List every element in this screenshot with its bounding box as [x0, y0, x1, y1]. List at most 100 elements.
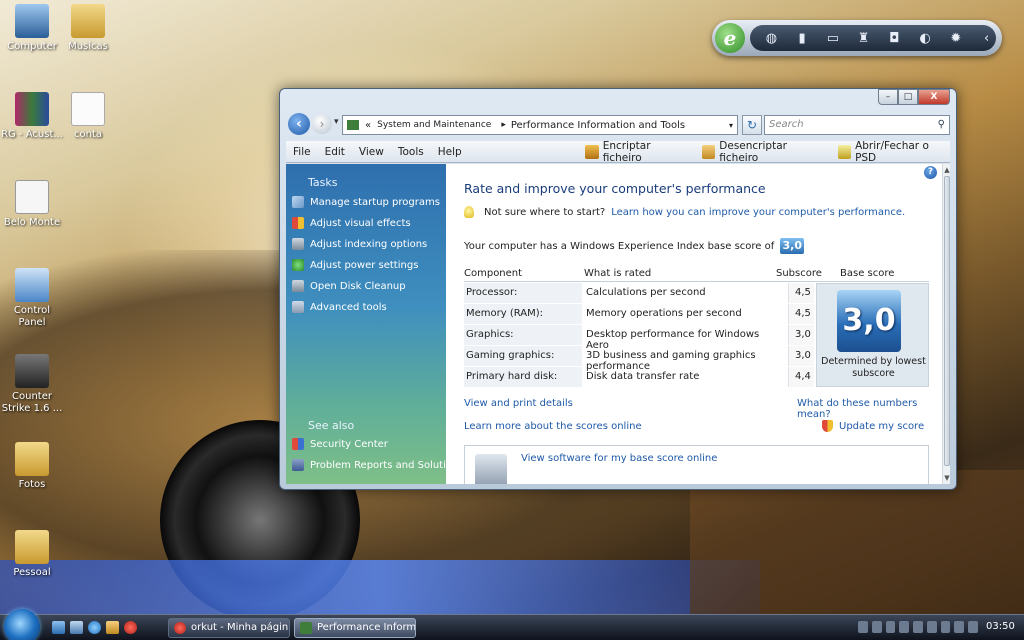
address-prefix[interactable]: «	[365, 120, 371, 131]
what-numbers-mean-link[interactable]: What do these numbers mean?	[797, 398, 942, 420]
internet-explorer-icon[interactable]	[88, 621, 101, 634]
link-problem-reports[interactable]: Problem Reports and Solutions	[292, 459, 464, 471]
page-title: Rate and improve your computer's perform…	[464, 181, 766, 196]
recent-pages-dropdown[interactable]: ▾	[334, 117, 339, 127]
wallpaper-blue-underglow	[0, 560, 760, 615]
breadcrumb-separator[interactable]: ▸	[501, 120, 506, 130]
base-score-badge: 3,0	[837, 290, 901, 352]
desktop-icon-control-panel[interactable]: Control Panel	[0, 268, 64, 329]
maximize-button[interactable]: □	[898, 89, 918, 105]
menu-file[interactable]: File	[286, 146, 318, 158]
task-adjust-power[interactable]: Adjust power settings	[292, 259, 418, 271]
opera-icon[interactable]	[124, 621, 137, 634]
table-row: Primary hard disk: Disk data transfer ra…	[464, 367, 814, 388]
help-icon[interactable]: ?	[924, 166, 937, 179]
control-panel-icon	[15, 268, 49, 302]
moon-icon[interactable]: ◐	[916, 31, 935, 46]
task-disk-cleanup[interactable]: Open Disk Cleanup	[292, 280, 406, 292]
base-score-caption: Determined by lowest subscore	[821, 356, 926, 379]
tray-power-icon[interactable]	[968, 621, 979, 633]
desktop-icon-conta[interactable]: conta	[56, 92, 120, 141]
view-software-link[interactable]: View software for my base score online	[521, 453, 717, 464]
task-advanced-tools[interactable]: Advanced tools	[292, 301, 387, 313]
desktop-icon-musicas[interactable]: Musicas	[56, 4, 120, 53]
view-print-details-link[interactable]: View and print details	[464, 398, 573, 409]
desktop-icon-pessoal[interactable]: Pessoal	[0, 530, 64, 579]
scroll-down-icon[interactable]: ▼	[943, 474, 950, 482]
start-button[interactable]	[4, 609, 40, 640]
tray-keyboard-icon[interactable]	[858, 621, 868, 633]
disk-icon	[292, 280, 304, 292]
tray-display-icon[interactable]	[940, 621, 951, 633]
performance-window: – □ X ‹ › ▾ « System and Maintenance ▸ P…	[279, 88, 957, 490]
back-button[interactable]: ‹	[288, 113, 310, 135]
folder-icon[interactable]	[106, 621, 119, 634]
arrow-icon[interactable]: ‹	[977, 31, 996, 46]
task-adjust-visual-effects[interactable]: Adjust visual effects	[292, 217, 411, 229]
taskbar-button-performance[interactable]: Performance Inform...	[294, 618, 416, 638]
gadget-logo[interactable]: e	[715, 23, 745, 53]
decrypt-file-button[interactable]: Desencriptar ficheiro	[701, 140, 826, 164]
switch-windows-icon[interactable]	[70, 621, 83, 634]
breadcrumb-system-maintenance[interactable]: System and Maintenance	[377, 120, 491, 130]
menu-help[interactable]: Help	[431, 146, 469, 158]
score-table-header: Component What is rated Subscore Base sc…	[464, 262, 929, 282]
learn-improve-link[interactable]: Learn how you can improve your computer'…	[611, 207, 905, 218]
battery-icon[interactable]: ▮	[793, 31, 812, 46]
radio-icon[interactable]: ▭	[824, 31, 843, 46]
lock-icon[interactable]: ◘	[885, 31, 904, 46]
scroll-thumb[interactable]	[944, 176, 950, 466]
scroll-up-icon[interactable]: ▲	[943, 166, 950, 174]
menu-view[interactable]: View	[352, 146, 391, 158]
tray-network-icon[interactable]	[885, 621, 896, 633]
task-adjust-indexing[interactable]: Adjust indexing options	[292, 238, 427, 250]
signal-icon[interactable]: ♜	[854, 31, 873, 46]
task-pane: Tasks Manage startup programs Adjust vis…	[286, 164, 464, 484]
search-input[interactable]: Search ⚲	[764, 115, 950, 135]
tray-update-icon[interactable]	[899, 621, 910, 633]
globe-icon[interactable]: ◍	[762, 31, 781, 46]
desktop-icon-rg-acust[interactable]: RG - Acust...	[0, 92, 64, 141]
menu-tools[interactable]: Tools	[391, 146, 431, 158]
tray-messenger-icon[interactable]	[926, 621, 937, 633]
breadcrumb-performance[interactable]: Performance Information and Tools	[511, 120, 685, 131]
tray-antivirus-icon[interactable]	[871, 621, 882, 633]
unlock-icon	[701, 144, 716, 159]
vertical-scrollbar[interactable]: ▲ ▼	[942, 164, 950, 484]
desktop-icon-counter-strike[interactable]: Counter Strike 1.6 ...	[0, 354, 64, 415]
address-bar[interactable]: « System and Maintenance ▸ Performance I…	[342, 115, 738, 135]
tray-security-icon[interactable]	[913, 621, 923, 633]
clock[interactable]: 03:50	[986, 621, 1015, 632]
gear-icon[interactable]: ✹	[947, 31, 966, 46]
control-panel-icon	[300, 622, 312, 634]
link-security-center[interactable]: Security Center	[292, 438, 388, 450]
desktop-icon-fotos[interactable]: Fotos	[0, 442, 64, 491]
address-dropdown-icon[interactable]: ▾	[729, 121, 733, 130]
header-base-score: Base score	[840, 268, 895, 279]
wei-summary: Your computer has a Windows Experience I…	[464, 238, 805, 254]
shield-icon	[292, 217, 304, 229]
show-desktop-icon[interactable]	[52, 621, 65, 634]
learn-more-scores-link[interactable]: Learn more about the scores online	[464, 421, 642, 432]
forward-button[interactable]: ›	[312, 114, 332, 134]
tray-volume-icon[interactable]	[954, 621, 965, 633]
open-close-psd-button[interactable]: Abrir/Fechar o PSD	[837, 140, 950, 164]
computer-icon	[15, 4, 49, 38]
refresh-button[interactable]: ↻	[742, 115, 762, 135]
base-score-panel: 3,0 Determined by lowest subscore	[816, 283, 929, 387]
search-icon[interactable]: ⚲	[938, 116, 945, 134]
software-icon	[475, 454, 507, 484]
taskbar-button-orkut[interactable]: orkut - Minha págin...	[168, 618, 290, 638]
task-manage-startup[interactable]: Manage startup programs	[292, 196, 440, 208]
minimize-button[interactable]: –	[878, 89, 898, 105]
encrypt-file-button[interactable]: Encriptar ficheiro	[585, 140, 690, 164]
desktop-icon-belo-monte[interactable]: Belo Monte	[0, 180, 64, 229]
close-button[interactable]: X	[918, 89, 950, 105]
system-tray	[858, 621, 979, 635]
menu-edit[interactable]: Edit	[318, 146, 352, 158]
window-content: Tasks Manage startup programs Adjust vis…	[286, 164, 950, 484]
update-score-link[interactable]: Update my score	[822, 420, 924, 432]
shield-icon	[822, 420, 833, 432]
desktop-icon-computer[interactable]: Computer	[0, 4, 64, 53]
table-row: Memory (RAM): Memory operations per seco…	[464, 304, 814, 325]
